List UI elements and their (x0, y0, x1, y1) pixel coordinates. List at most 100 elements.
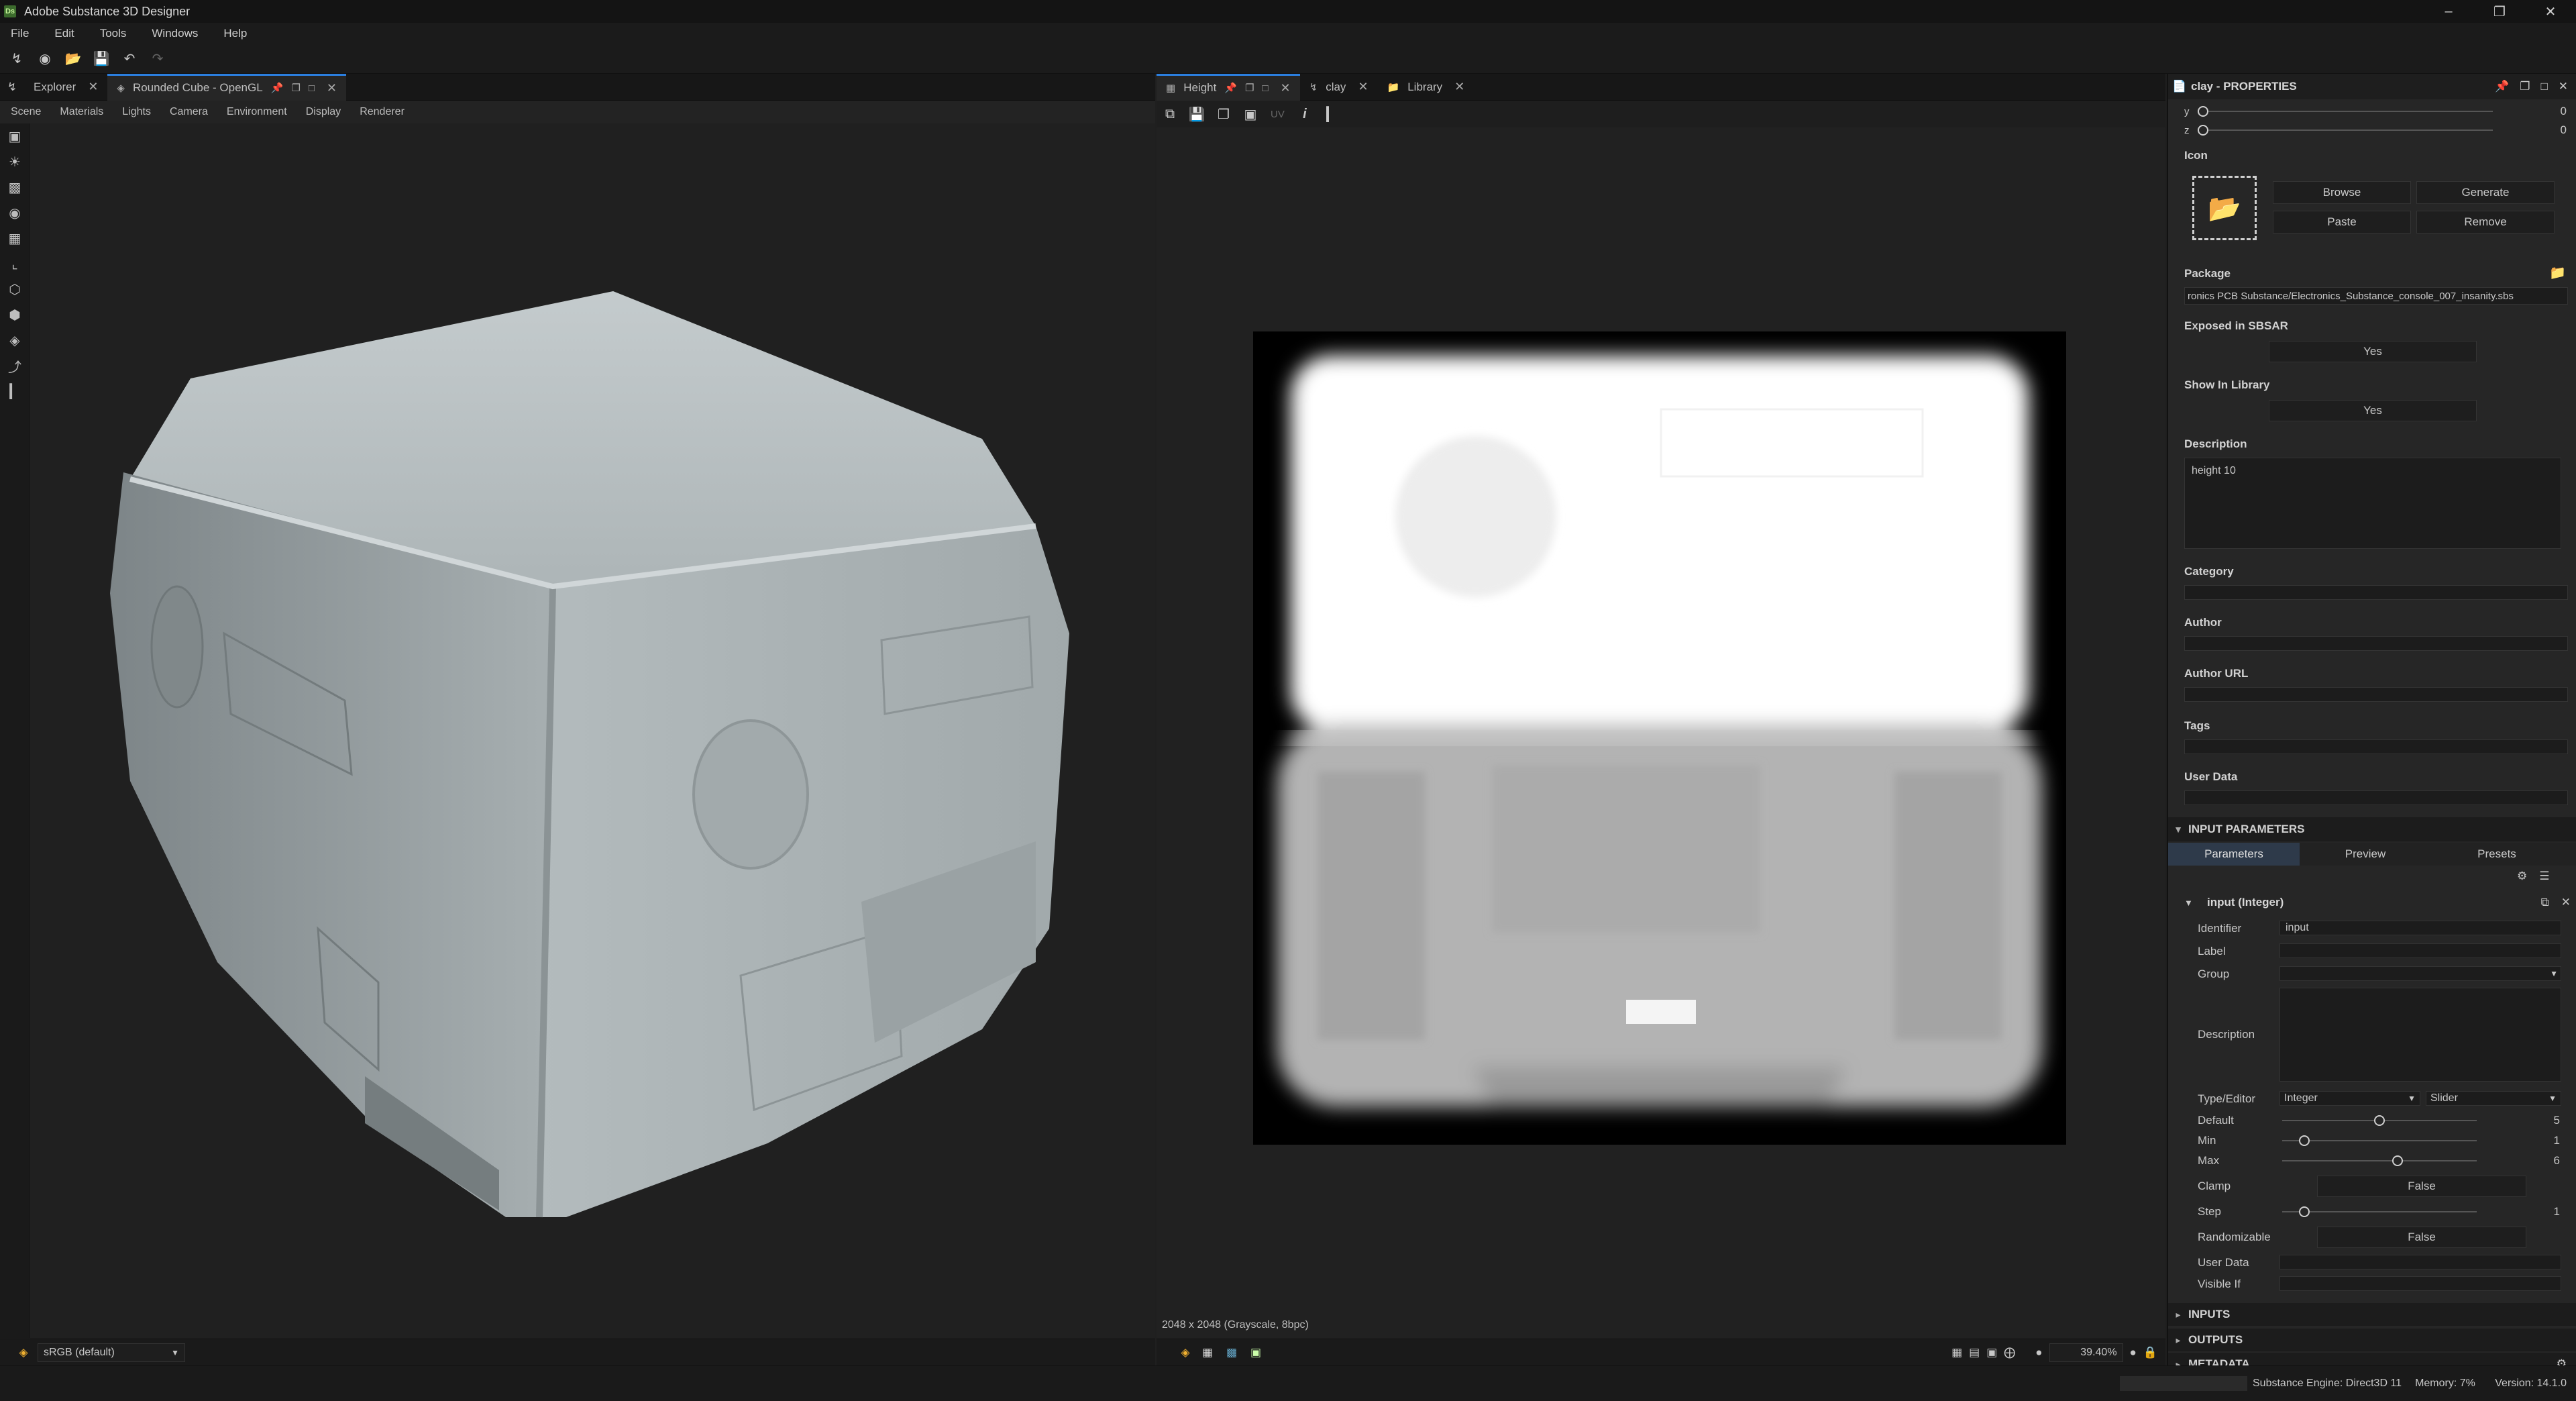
close-icon[interactable]: ✕ (2525, 3, 2576, 20)
close-icon[interactable]: ✕ (2561, 896, 2571, 909)
save-icon[interactable]: 💾 (1183, 102, 1210, 126)
maximize-icon[interactable]: □ (2540, 80, 2547, 93)
editor-select[interactable]: Slider ▼ (2426, 1091, 2561, 1106)
layers-icon[interactable]: ◈ (0, 327, 30, 353)
default-slider[interactable] (2282, 1114, 2477, 1127)
undo-icon[interactable]: ↶ (118, 48, 141, 70)
param-description-field[interactable] (2279, 988, 2561, 1082)
close-icon[interactable]: ✕ (88, 80, 98, 94)
environment-icon[interactable]: ▩ (0, 174, 30, 200)
menu-materials[interactable]: Materials (60, 106, 103, 118)
slider-knob[interactable] (2299, 1206, 2310, 1217)
tab-presets[interactable]: Presets (2431, 843, 2563, 866)
close-icon[interactable]: ✕ (1281, 81, 1291, 95)
axis-icon[interactable]: ⌞ (0, 251, 30, 276)
tab-explorer[interactable]: Explorer ✕ (24, 74, 107, 101)
menu-windows[interactable]: Windows (152, 27, 198, 40)
slider-knob[interactable] (2392, 1155, 2403, 1166)
user-data-field[interactable] (2184, 790, 2568, 805)
save-icon[interactable]: 💾 (90, 48, 113, 70)
uv-toggle[interactable]: UV (1271, 109, 1285, 120)
min-slider[interactable] (2282, 1134, 2477, 1147)
icon-preview[interactable]: 📂 (2192, 176, 2257, 240)
randomizable-toggle[interactable]: False (2317, 1227, 2526, 1248)
restore-icon[interactable]: ❐ (2474, 3, 2525, 20)
zoom-out-icon[interactable]: ● (2035, 1346, 2042, 1359)
menu-renderer[interactable]: Renderer (360, 106, 405, 118)
zoom-in-icon[interactable]: ● (2130, 1346, 2137, 1359)
maximize-icon[interactable]: □ (309, 83, 315, 94)
export-icon[interactable]: ⧉ (2541, 896, 2549, 909)
inputs-section[interactable]: ▸ INPUTS (2168, 1303, 2576, 1326)
layers-icon[interactable]: ◈ (1175, 1346, 1195, 1359)
float-icon[interactable]: ❐ (1245, 82, 1254, 94)
new-package-icon[interactable]: ◉ (34, 48, 56, 70)
histogram-icon[interactable]: ▎ (1318, 102, 1345, 126)
alpha-icon[interactable]: ▣ (1244, 1346, 1268, 1359)
slider-knob[interactable] (2198, 106, 2208, 117)
close-icon[interactable]: ✕ (2559, 80, 2568, 93)
float-icon[interactable]: ❐ (2520, 80, 2530, 93)
param-user-data-field[interactable] (2279, 1255, 2561, 1269)
light-icon[interactable]: ☀ (0, 149, 30, 174)
center-icon[interactable]: ⨁ (2004, 1346, 2015, 1359)
tiling-icon[interactable]: ▤ (1969, 1346, 1980, 1359)
pin-icon[interactable]: 📌 (2495, 80, 2509, 93)
clamp-toggle[interactable]: False (2317, 1176, 2526, 1197)
grid-icon[interactable]: ▦ (1951, 1346, 1962, 1359)
fit-icon[interactable]: ▣ (1986, 1346, 1997, 1359)
frame-icon[interactable]: ▦ (0, 225, 30, 251)
2d-viewport[interactable] (1157, 127, 2165, 1339)
menu-lights[interactable]: Lights (122, 106, 151, 118)
close-icon[interactable]: ✕ (327, 81, 337, 95)
paste-button[interactable]: Paste (2273, 211, 2411, 234)
menu-file[interactable]: File (11, 27, 29, 40)
identifier-field[interactable]: input (2279, 921, 2561, 935)
close-icon[interactable]: ✕ (1454, 80, 1464, 94)
tab-3d-view[interactable]: ◈ Rounded Cube - OpenGL 📌 ❐ □ ✕ (107, 73, 346, 101)
tab-preview[interactable]: Preview (2300, 843, 2431, 866)
cube-icon[interactable]: ⬡ (0, 276, 30, 302)
remove-button[interactable]: Remove (2416, 211, 2555, 234)
menu-display[interactable]: Display (306, 106, 341, 118)
list-icon[interactable]: ☰ (2539, 870, 2549, 883)
menu-tools[interactable]: Tools (100, 27, 127, 40)
author-url-field[interactable] (2184, 687, 2568, 702)
camera-icon[interactable]: ▣ (0, 123, 30, 149)
author-field[interactable] (2184, 636, 2568, 651)
close-icon[interactable]: ✕ (1358, 80, 1368, 94)
max-slider[interactable] (2282, 1154, 2477, 1168)
redo-icon[interactable]: ↷ (146, 48, 169, 70)
coord-y-slider[interactable] (2198, 105, 2493, 118)
group-select[interactable]: ▼ (2279, 966, 2561, 981)
fit-icon[interactable]: ▣ (1237, 102, 1264, 126)
input-parameters-section[interactable]: ▼ INPUT PARAMETERS (2168, 817, 2576, 841)
tab-parameters[interactable]: Parameters (2168, 843, 2300, 866)
tab-height[interactable]: ▦ Height 📌 ❐ □ ✕ (1157, 73, 1300, 101)
3d-viewport[interactable] (30, 123, 1155, 1338)
open-icon[interactable]: 📂 (62, 48, 85, 70)
colorspace-select[interactable]: sRGB (default) ▼ (38, 1343, 185, 1362)
show-library-toggle[interactable]: Yes (2269, 400, 2477, 421)
param-header[interactable]: ▼ input (Integer) ⧉ ✕ (2184, 892, 2571, 913)
pointer-icon[interactable]: ⤴ (0, 353, 30, 378)
coord-z-slider[interactable] (2198, 123, 2493, 137)
zoom-field[interactable]: 39.40% (2049, 1343, 2123, 1362)
browse-button[interactable]: Browse (2273, 181, 2411, 204)
package-field[interactable]: ronics PCB Substance/Electronics_Substan… (2184, 287, 2568, 305)
label-field[interactable] (2279, 943, 2561, 958)
pin-icon[interactable]: 📌 (271, 82, 284, 94)
panel-menu-icon[interactable]: ↯ (0, 81, 24, 94)
gear-icon[interactable]: ⚙ (2557, 1357, 2567, 1365)
generate-button[interactable]: Generate (2416, 181, 2555, 204)
exposed-toggle[interactable]: Yes (2269, 341, 2477, 362)
menu-help[interactable]: Help (223, 27, 247, 40)
export-icon[interactable]: ⧉ (1157, 102, 1183, 126)
outputs-section[interactable]: ▸ OUTPUTS (2168, 1329, 2576, 1351)
checker-icon[interactable]: ▦ (1195, 1346, 1220, 1359)
category-field[interactable] (2184, 585, 2568, 600)
description-field[interactable]: height 10 (2184, 458, 2561, 549)
metadata-section[interactable]: ▸ METADATA ⚙ (2168, 1353, 2576, 1365)
minimize-icon[interactable]: – (2423, 4, 2474, 19)
menu-scene[interactable]: Scene (11, 106, 41, 118)
